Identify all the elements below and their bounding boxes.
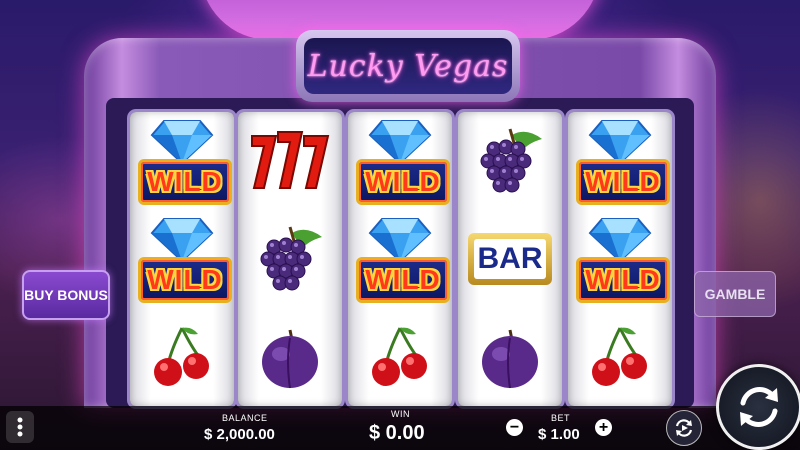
spin-icon — [740, 387, 778, 427]
wild-symbol-art: WILD — [574, 217, 670, 303]
seven-symbol — [238, 112, 342, 210]
plum-icon — [257, 324, 323, 390]
wild-symbol-art: WILD — [136, 217, 232, 303]
wild-label: WILD — [365, 166, 441, 197]
autoplay-button[interactable] — [666, 410, 702, 446]
reel-4: BAR — [458, 112, 562, 406]
cherry-icon — [152, 324, 212, 390]
wild-plate: WILD — [138, 159, 232, 205]
wild-symbol: WILD — [568, 210, 672, 308]
cherry-icon — [590, 324, 650, 390]
bet-value: $ 1.00 — [538, 426, 580, 443]
seven-icon — [248, 126, 332, 196]
bet-increase-button[interactable]: + — [595, 419, 612, 436]
buy-bonus-button[interactable]: BUY BONUS — [22, 270, 110, 320]
reel-1: WILD WILD — [130, 112, 234, 406]
wild-label: WILD — [585, 166, 661, 197]
wild-symbol: WILD — [130, 112, 234, 210]
wild-symbol: WILD — [348, 112, 452, 210]
bar-label: BAR — [474, 239, 546, 279]
wild-symbol: WILD — [348, 210, 452, 308]
wild-plate: WILD — [576, 257, 670, 303]
gamble-button[interactable]: GAMBLE — [694, 271, 776, 317]
wild-symbol-art: WILD — [574, 119, 670, 205]
grapes-symbol — [238, 210, 342, 308]
plum-symbol — [238, 308, 342, 406]
game-logo: Lucky Vegas — [296, 30, 520, 102]
menu-button[interactable] — [6, 411, 34, 443]
wild-symbol: WILD — [568, 112, 672, 210]
more-vertical-icon — [17, 417, 23, 437]
reel-2 — [238, 112, 342, 406]
game-stage: Lucky Vegas WILD WILD WILD WILD BAR WILD WILD … — [0, 0, 800, 450]
autoplay-icon — [675, 419, 693, 437]
bet-decrease-button[interactable]: − — [506, 419, 523, 436]
wild-plate: WILD — [576, 159, 670, 205]
spin-button[interactable] — [716, 364, 800, 450]
logo-panel: Lucky Vegas — [304, 38, 512, 94]
cherry-symbol — [348, 308, 452, 406]
reel-5: WILD WILD — [568, 112, 672, 406]
grapes-icon — [472, 125, 548, 197]
bar-symbol: BAR — [458, 210, 562, 308]
cherry-icon — [370, 324, 430, 390]
wild-symbol-art: WILD — [354, 119, 450, 205]
plum-symbol — [458, 308, 562, 406]
wild-symbol-art: WILD — [354, 217, 450, 303]
wild-label: WILD — [147, 264, 223, 295]
grapes-symbol — [458, 112, 562, 210]
plum-icon — [477, 324, 543, 390]
grapes-icon — [252, 223, 328, 295]
wild-symbol: WILD — [130, 210, 234, 308]
wild-label: WILD — [585, 264, 661, 295]
wild-label: WILD — [147, 166, 223, 197]
wild-label: WILD — [365, 264, 441, 295]
wild-plate: WILD — [356, 257, 450, 303]
balance-value: $ 2,000.00 — [204, 426, 275, 443]
wild-symbol-art: WILD — [136, 119, 232, 205]
cherry-symbol — [568, 308, 672, 406]
wild-plate: WILD — [356, 159, 450, 205]
balance-label: BALANCE — [222, 413, 268, 423]
game-title: Lucky Vegas — [307, 48, 509, 84]
reel-3: WILD WILD — [348, 112, 452, 406]
win-label: WIN — [391, 409, 410, 419]
bet-label: BET — [551, 413, 571, 423]
cherry-symbol — [130, 308, 234, 406]
bar-plate: BAR — [468, 233, 552, 285]
win-value: $ 0.00 — [369, 422, 425, 444]
wild-plate: WILD — [138, 257, 232, 303]
